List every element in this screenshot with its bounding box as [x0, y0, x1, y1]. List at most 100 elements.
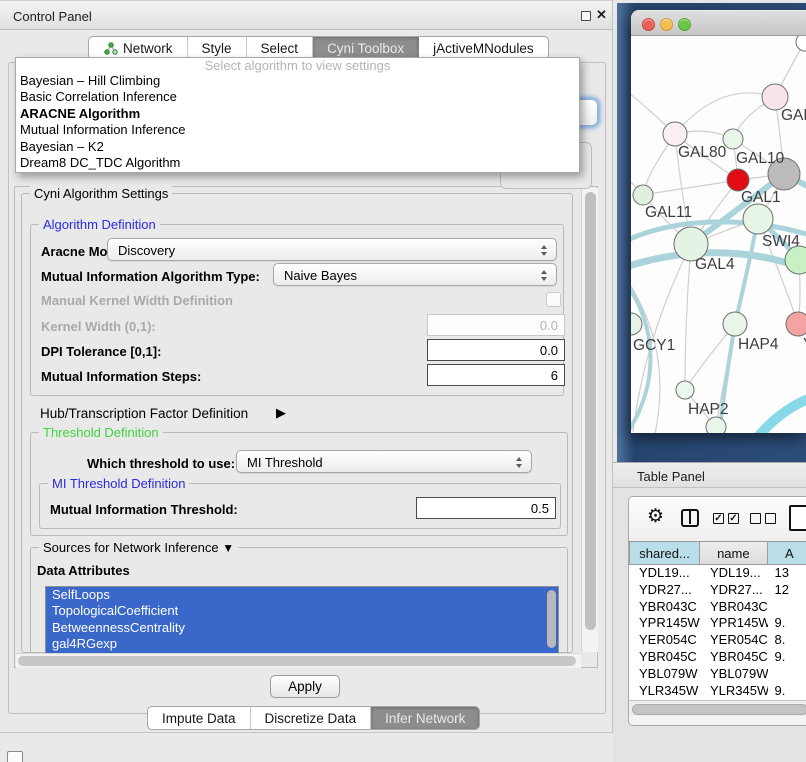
table-settings-gear-icon[interactable]: ⚙: [647, 506, 664, 528]
scrollbar-thumb[interactable]: [585, 192, 596, 630]
dropdown-placeholder: Select algorithm to view settings: [16, 58, 579, 73]
mi-threshold-group: MI Threshold Definition Mutual Informati…: [39, 483, 561, 529]
table-row[interactable]: YDR27...YDR27...12: [629, 582, 806, 599]
manual-kernel-label: Manual Kernel Width Definition: [41, 293, 233, 308]
close-panel-icon[interactable]: ✕: [596, 7, 607, 23]
algorithm-dropdown-list: Select algorithm to view settings Bayesi…: [15, 57, 580, 173]
close-window-icon[interactable]: [642, 18, 655, 31]
select-all-checkbox-icon[interactable]: ✓: [713, 513, 724, 524]
table-column-header[interactable]: A: [768, 541, 806, 565]
table-row[interactable]: YER054CYER054C8.: [629, 632, 806, 649]
mi-type-combobox[interactable]: Naive Bayes: [273, 263, 557, 286]
hub-expand-icon[interactable]: ▶: [276, 405, 286, 421]
network-node-gcy1[interactable]: [631, 313, 642, 335]
select-all-checkbox-icon[interactable]: ✓: [728, 513, 739, 524]
table-cell: YLR345W: [700, 683, 768, 700]
table-column-header[interactable]: shared...: [629, 541, 700, 565]
minimized-panel-icon[interactable]: [7, 751, 23, 762]
network-node-y[interactable]: [786, 312, 806, 336]
mi-steps-label: Mutual Information Steps:: [41, 369, 201, 384]
network-node-label: GAL4: [695, 256, 735, 273]
tab-infer-network[interactable]: Infer Network: [371, 707, 479, 729]
table-row[interactable]: YBR043CYBR043C: [629, 599, 806, 616]
network-node-hap4[interactable]: [723, 312, 747, 336]
control-panel-window: Control Panel ✕ NetworkStyleSelectCyni T…: [0, 0, 613, 733]
network-node-gal11[interactable]: [633, 185, 653, 205]
mi-type-label: Mutual Information Algorithm Type:: [41, 269, 260, 284]
data-attribute-item[interactable]: TopologicalCoefficient: [46, 603, 558, 619]
kernel-width-field[interactable]: [427, 314, 565, 336]
dropdown-item[interactable]: Mutual Information Inference: [16, 122, 579, 138]
table-row[interactable]: YPR145WYPR145W9.: [629, 615, 806, 632]
settings-horizontal-scrollbar[interactable]: [16, 653, 581, 668]
deselect-all-checkbox-icon[interactable]: [765, 513, 776, 524]
table-cell: YER054C: [700, 632, 768, 649]
data-attributes-list: SelfLoopsTopologicalCoefficientBetweenne…: [45, 586, 559, 654]
table-cell: 9.: [768, 649, 806, 666]
data-attribute-item[interactable]: SelfLoops: [46, 587, 558, 603]
network-node-label: GAL: [781, 107, 806, 124]
dropdown-item[interactable]: ARACNE Algorithm: [16, 106, 579, 122]
network-node-gal1[interactable]: [727, 169, 749, 191]
data-attribute-item[interactable]: gal4RGexp: [46, 636, 558, 652]
dropdown-item[interactable]: Bayesian – Hill Climbing: [16, 73, 579, 89]
split-columns-icon[interactable]: [681, 509, 699, 527]
mi-threshold-field[interactable]: [416, 497, 556, 519]
network-node-swi4[interactable]: [743, 204, 773, 234]
tab-label: Style: [202, 41, 232, 56]
network-node-gal80[interactable]: [663, 122, 687, 146]
table-cell: YPR145W: [629, 615, 700, 632]
zoom-window-icon[interactable]: [678, 18, 691, 31]
table-cell: [768, 599, 806, 616]
mi-threshold-group-title: MI Threshold Definition: [48, 476, 189, 491]
network-node-label: GCY1: [633, 337, 675, 354]
network-node[interactable]: [796, 36, 806, 51]
dropdown-item[interactable]: Dream8 DC_TDC Algorithm: [16, 155, 579, 171]
tab-label: Network: [123, 41, 173, 56]
list-scrollbar-thumb[interactable]: [547, 590, 556, 648]
table-column-header[interactable]: name: [700, 541, 767, 565]
minimize-window-icon[interactable]: [660, 18, 673, 31]
table-cell: YDR27...: [629, 582, 700, 599]
tab-select[interactable]: Select: [247, 37, 314, 59]
table-row[interactable]: YBR045CYBR045C9.: [629, 649, 806, 666]
tab-jactivemnodules[interactable]: jActiveMNodules: [419, 37, 548, 59]
combo-arrows-icon: [541, 269, 548, 282]
table-container: ⚙ ✓ ✓ shared...nameA YDL19...YDL19...13Y…: [628, 496, 806, 726]
tab-network[interactable]: Network: [89, 37, 188, 59]
dropdown-item[interactable]: Basic Correlation Inference: [16, 89, 579, 105]
table-horizontal-scrollbar[interactable]: [629, 700, 806, 716]
network-node[interactable]: [706, 417, 726, 433]
tab-impute-data[interactable]: Impute Data: [148, 707, 251, 729]
manual-kernel-checkbox[interactable]: [546, 292, 561, 307]
new-table-icon[interactable]: [789, 505, 806, 531]
sources-collapse-icon[interactable]: ▼: [222, 541, 234, 555]
scrollbar-thumb[interactable]: [18, 656, 576, 666]
mi-type-value: Naive Bayes: [284, 268, 357, 283]
network-node-hap2[interactable]: [676, 381, 694, 399]
network-node-label: GAL80: [678, 144, 727, 161]
table-row[interactable]: YDL19...YDL19...13: [629, 565, 806, 582]
deselect-all-checkbox-icon[interactable]: [750, 513, 761, 524]
app-root: Control Panel ✕ NetworkStyleSelectCyni T…: [0, 0, 806, 762]
mi-threshold-label: Mutual Information Threshold:: [50, 502, 238, 517]
apply-button[interactable]: Apply: [270, 675, 340, 698]
float-window-icon[interactable]: [581, 11, 591, 21]
table-cell: YBL079W: [629, 666, 700, 683]
scrollbar-thumb[interactable]: [632, 704, 806, 715]
tab-cyni-toolbox[interactable]: Cyni Toolbox: [313, 37, 419, 59]
tab-style[interactable]: Style: [188, 37, 247, 59]
tab-label: Infer Network: [385, 711, 465, 726]
dpi-tolerance-field[interactable]: [427, 339, 565, 361]
data-attribute-item[interactable]: BetweennessCentrality: [46, 620, 558, 636]
tab-discretize-data[interactable]: Discretize Data: [251, 707, 372, 729]
table-row[interactable]: YBL079WYBL079W: [629, 666, 806, 683]
which-threshold-combobox[interactable]: MI Threshold: [236, 450, 532, 473]
table-row[interactable]: YLR345WYLR345W9.: [629, 683, 806, 700]
network-node-label: GAL10: [736, 150, 785, 167]
aracne-mode-combobox[interactable]: Discovery: [107, 238, 557, 261]
settings-vertical-scrollbar[interactable]: [581, 188, 598, 652]
mi-steps-field[interactable]: [427, 364, 565, 386]
network-canvas[interactable]: GALGAL80GAL10GAL1GAL11SWI4GAL4GCY1HAP4YH…: [631, 36, 806, 433]
dropdown-item[interactable]: Bayesian – K2: [16, 139, 579, 155]
